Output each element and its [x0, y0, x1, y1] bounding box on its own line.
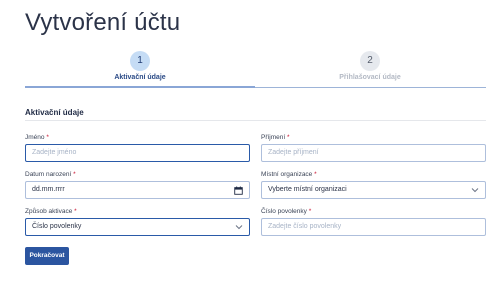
- step-number-circle: 2: [360, 51, 380, 71]
- last-name-field: Příjmení * Zadejte příjmení: [261, 133, 486, 162]
- activation-method-field: Způsob aktivace * Číslo povolenky: [25, 207, 250, 236]
- permit-number-input[interactable]: Zadejte číslo povolenky: [261, 218, 486, 236]
- birth-date-value: dd.mm.rrrr: [32, 186, 65, 193]
- chevron-down-icon: [235, 219, 243, 235]
- first-name-field: Jméno * Zadejte jméno: [25, 133, 250, 162]
- required-mark: *: [287, 134, 290, 141]
- section-divider: [25, 120, 486, 121]
- page-title: Vytvoření účtu: [25, 9, 181, 36]
- required-mark: *: [73, 171, 76, 178]
- step-login[interactable]: 2 Přihlašovací údaje: [305, 51, 435, 81]
- required-mark: *: [308, 208, 312, 215]
- permit-number-label: Číslo povolenky *: [261, 208, 312, 215]
- local-organization-field: Místní organizace * Vyberte místní organ…: [261, 170, 486, 199]
- permit-number-field: Číslo povolenky * Zadejte číslo povolenk…: [261, 207, 486, 236]
- chevron-down-icon: [471, 182, 479, 198]
- step-activation[interactable]: 1 Aktivační údaje: [75, 51, 205, 81]
- birth-date-field: Datum narození * dd.mm.rrrr: [25, 170, 250, 199]
- birth-date-label: Datum narození *: [25, 171, 76, 178]
- first-name-label: Jméno *: [25, 134, 49, 141]
- section-title: Aktivační údaje: [25, 108, 84, 117]
- first-name-input[interactable]: Zadejte jméno: [25, 144, 250, 162]
- stepper-progress: [25, 86, 255, 88]
- local-organization-label: Místní organizace *: [261, 171, 317, 178]
- step-label: Přihlašovací údaje: [339, 74, 401, 81]
- last-name-input[interactable]: Zadejte příjmení: [261, 144, 486, 162]
- activation-method-label: Způsob aktivace *: [25, 208, 77, 215]
- required-mark: *: [46, 134, 49, 141]
- calendar-icon[interactable]: [234, 182, 243, 198]
- step-number-circle: 1: [130, 51, 150, 71]
- local-organization-select[interactable]: Vyberte místní organizaci: [261, 181, 486, 199]
- local-organization-value: Vyberte místní organizaci: [268, 186, 347, 193]
- required-mark: *: [74, 208, 77, 215]
- continue-button[interactable]: Pokračovat: [25, 247, 69, 265]
- birth-date-input[interactable]: dd.mm.rrrr: [25, 181, 250, 199]
- activation-method-select[interactable]: Číslo povolenky: [25, 218, 250, 236]
- activation-method-value: Číslo povolenky: [32, 223, 82, 230]
- last-name-label: Příjmení *: [261, 134, 290, 141]
- stepper: 1 Aktivační údaje 2 Přihlašovací údaje: [25, 51, 486, 89]
- required-mark: *: [314, 171, 317, 178]
- step-label: Aktivační údaje: [114, 74, 166, 81]
